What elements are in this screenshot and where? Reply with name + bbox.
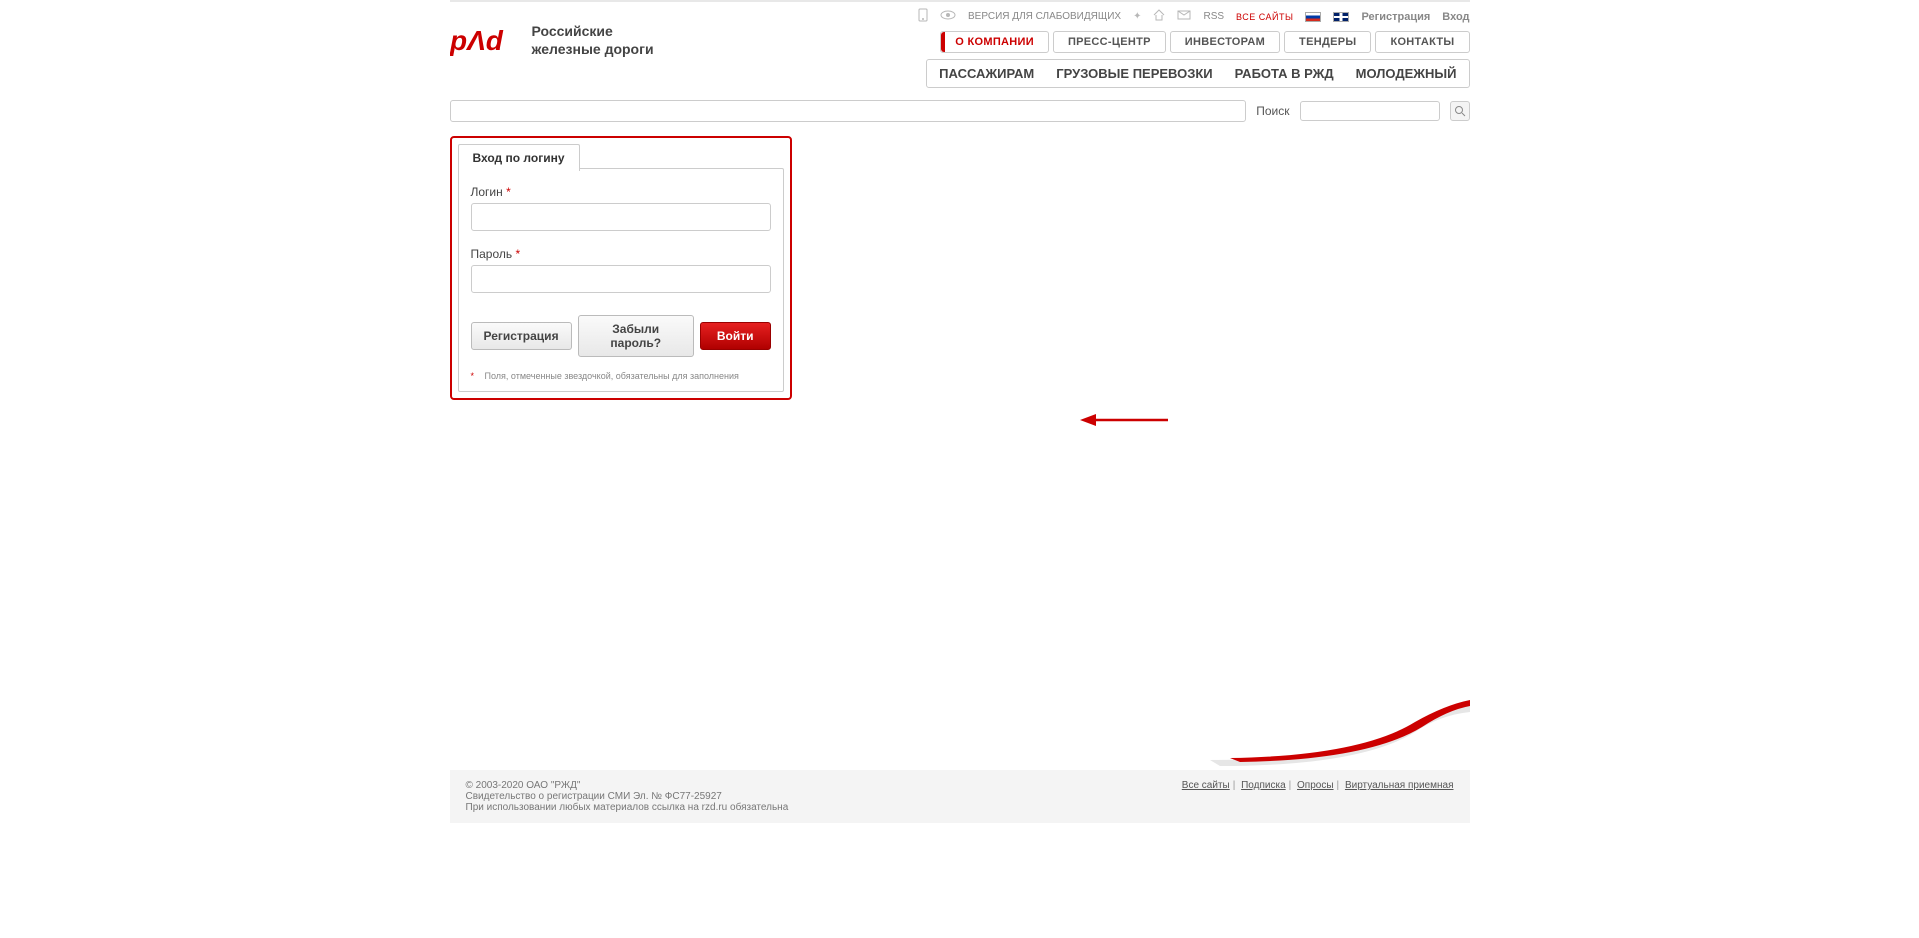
- nav2-cargo[interactable]: ГРУЗОВЫЕ ПЕРЕВОЗКИ: [1056, 66, 1212, 81]
- password-label: Пароль *: [471, 247, 771, 261]
- footer-cert: Свидетельство о регистрации СМИ Эл. № ФС…: [466, 791, 789, 802]
- tab-press[interactable]: ПРЕСС-ЦЕНТР: [1053, 31, 1166, 53]
- search-label: Поиск: [1256, 104, 1289, 118]
- all-sites-link[interactable]: ВСЕ САЙТЫ: [1236, 12, 1293, 22]
- sparkle-icon[interactable]: ✦: [1133, 11, 1141, 22]
- nav2-passengers[interactable]: ПАССАЖИРАМ: [939, 66, 1034, 81]
- rss-link[interactable]: RSS: [1203, 11, 1224, 22]
- login-input[interactable]: [471, 203, 771, 231]
- nav2-youth[interactable]: МОЛОДЕЖНЫЙ: [1356, 66, 1457, 81]
- footer-attribution: При использовании любых материалов ссылк…: [466, 802, 789, 813]
- login-panel: Вход по логину Логин * Пароль * Регистра…: [450, 136, 792, 400]
- flag-en-icon[interactable]: [1333, 12, 1349, 22]
- logo-text: Российские железные дороги: [532, 22, 654, 58]
- footer-links: Все сайты| Подписка| Опросы| Виртуальная…: [1182, 780, 1454, 791]
- search-button[interactable]: [1450, 101, 1470, 121]
- home-icon[interactable]: [1153, 9, 1165, 24]
- tab-tenders[interactable]: ТЕНДЕРЫ: [1284, 31, 1371, 53]
- search-input[interactable]: [1300, 101, 1440, 121]
- footer-link-allsites[interactable]: Все сайты: [1182, 780, 1230, 791]
- nav-primary: О КОМПАНИИ ПРЕСС-ЦЕНТР ИНВЕСТОРАМ ТЕНДЕР…: [940, 31, 1469, 53]
- logo-block[interactable]: pɅd Российские железные дороги: [450, 8, 654, 58]
- nav-secondary: ПАССАЖИРАМ ГРУЗОВЫЕ ПЕРЕВОЗКИ РАБОТА В Р…: [926, 59, 1469, 88]
- visually-impaired-link[interactable]: ВЕРСИЯ ДЛЯ СЛАБОВИДЯЩИХ: [968, 11, 1121, 22]
- login-label: Логин *: [471, 185, 771, 199]
- annotation-arrow-icon: [1080, 412, 1170, 428]
- svg-text:pɅd: pɅd: [450, 25, 504, 56]
- forgot-password-button[interactable]: Забыли пароль?: [578, 315, 694, 357]
- footer: © 2003-2020 ОАО "РЖД" Свидетельство о ре…: [450, 770, 1470, 823]
- eye-icon[interactable]: [940, 10, 956, 23]
- register-link[interactable]: Регистрация: [1361, 11, 1430, 23]
- password-input[interactable]: [471, 265, 771, 293]
- footer-swoosh-graphic: [450, 700, 1470, 770]
- nav2-jobs[interactable]: РАБОТА В РЖД: [1235, 66, 1334, 81]
- logo-line1: Российские: [532, 22, 654, 40]
- required-footnote: * Поля, отмеченные звездочкой, обязатель…: [471, 371, 771, 381]
- top-links: ВЕРСИЯ ДЛЯ СЛАБОВИДЯЩИХ ✦ RSS ВСЕ САЙТЫ …: [918, 8, 1470, 25]
- login-tab[interactable]: Вход по логину: [458, 144, 580, 171]
- breadcrumb-bar: [450, 100, 1247, 122]
- register-button[interactable]: Регистрация: [471, 322, 572, 350]
- search-icon: [1454, 105, 1466, 117]
- tab-company[interactable]: О КОМПАНИИ: [940, 31, 1049, 53]
- tab-investors[interactable]: ИНВЕСТОРАМ: [1170, 31, 1280, 53]
- login-link[interactable]: Вход: [1442, 11, 1469, 23]
- logo-mark: pɅd: [450, 22, 524, 58]
- tab-contacts[interactable]: КОНТАКТЫ: [1375, 31, 1469, 53]
- mobile-icon[interactable]: [918, 8, 928, 25]
- footer-link-reception[interactable]: Виртуальная приемная: [1345, 780, 1454, 791]
- submit-button[interactable]: Войти: [700, 322, 771, 350]
- footer-link-surveys[interactable]: Опросы: [1297, 780, 1334, 791]
- footer-link-subscribe[interactable]: Подписка: [1241, 780, 1286, 791]
- logo-line2: железные дороги: [532, 40, 654, 58]
- flag-ru-icon[interactable]: [1305, 12, 1321, 22]
- mail-icon[interactable]: [1177, 10, 1191, 23]
- footer-copyright: © 2003-2020 ОАО "РЖД": [466, 780, 789, 791]
